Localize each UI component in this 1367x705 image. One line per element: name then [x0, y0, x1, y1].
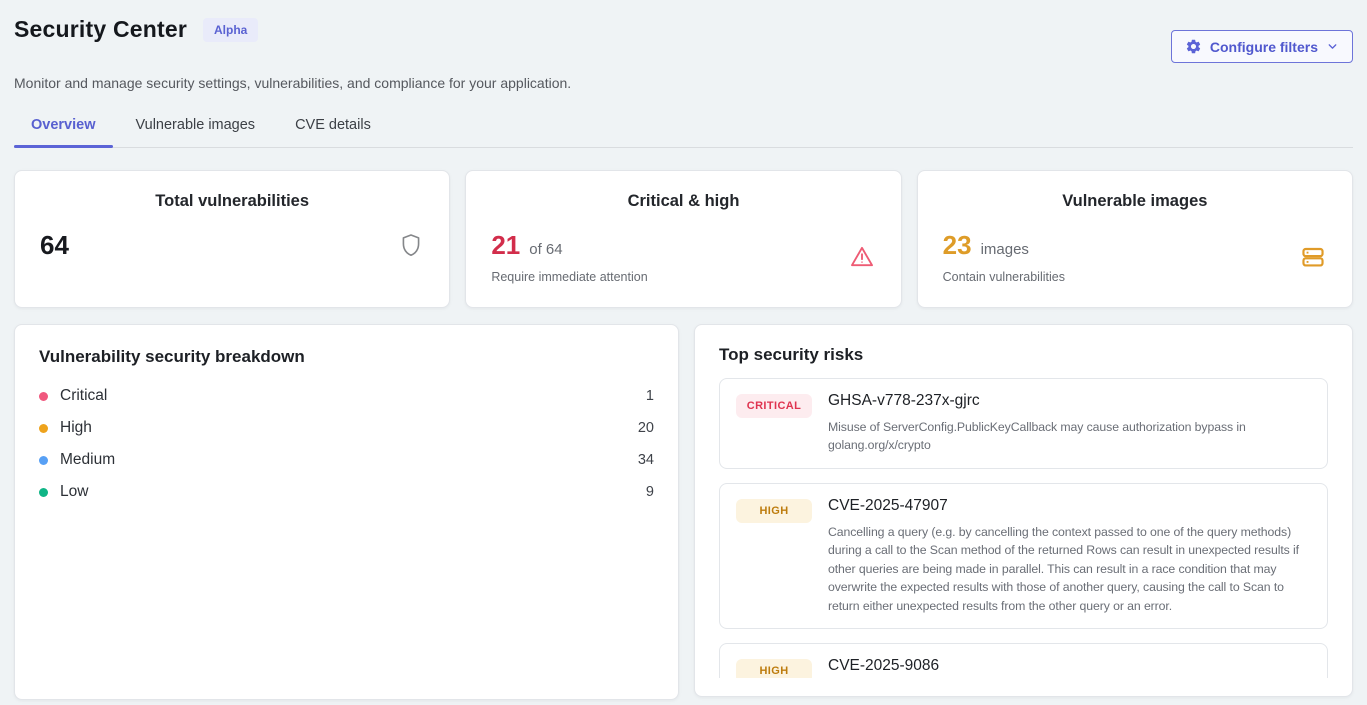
severity-badge-high: HIGH — [736, 499, 812, 523]
stat-card-title: Critical & high — [490, 192, 876, 211]
risk-id: GHSA-v778-237x-gjrc — [828, 392, 1311, 410]
risk-item-ghsa-v778-237x-gjrc[interactable]: CRITICAL GHSA-v778-237x-gjrc Misuse of S… — [719, 378, 1328, 469]
vulnerable-images-subtext: Contain vulnerabilities — [943, 270, 1065, 284]
risk-description: Cancelling a query (e.g. by cancelling t… — [828, 523, 1311, 615]
alpha-badge: Alpha — [203, 18, 258, 42]
top-security-risks-panel: Top security risks CRITICAL GHSA-v778-23… — [694, 324, 1353, 697]
vulnerable-images-value: 23 — [943, 231, 972, 260]
tab-overview[interactable]: Overview — [14, 107, 113, 147]
critical-high-suffix: of 64 — [529, 241, 562, 258]
page-title: Security Center — [14, 16, 187, 43]
risk-item-cve-2025-9086[interactable]: HIGH CVE-2025-9086 — [719, 643, 1328, 678]
security-center-page: Security Center Alpha Configure filters … — [0, 0, 1367, 700]
critical-high-subtext: Require immediate attention — [491, 270, 647, 284]
breakdown-legend: Critical 1 High 20 Medium 34 Low 9 — [39, 380, 654, 508]
risk-list: CRITICAL GHSA-v778-237x-gjrc Misuse of S… — [719, 378, 1328, 678]
breakdown-title: Vulnerability security breakdown — [39, 347, 654, 367]
severity-badge-critical: CRITICAL — [736, 394, 812, 418]
stat-card-total-vulnerabilities: Total vulnerabilities 64 — [14, 170, 450, 308]
chevron-down-icon — [1326, 40, 1339, 53]
legend-row-high: High 20 — [39, 412, 654, 444]
shield-icon — [398, 231, 424, 259]
critical-dot — [39, 392, 48, 401]
stat-card-critical-high: Critical & high 21 of 64 Require immedia… — [465, 170, 901, 308]
risk-id: CVE-2025-9086 — [828, 657, 1311, 675]
configure-filters-label: Configure filters — [1210, 39, 1318, 55]
bottom-panels: Vulnerability security breakdown Critica… — [14, 324, 1353, 700]
page-header: Security Center Alpha Configure filters — [14, 0, 1353, 63]
risk-description: Misuse of ServerConfig.PublicKeyCallback… — [828, 418, 1311, 455]
low-dot — [39, 488, 48, 497]
legend-row-critical: Critical 1 — [39, 380, 654, 412]
stat-card-row: Total vulnerabilities 64 Critical & high… — [14, 170, 1353, 308]
medium-dot — [39, 456, 48, 465]
stat-card-title: Vulnerable images — [942, 192, 1328, 211]
stat-card-title: Total vulnerabilities — [39, 192, 425, 211]
legend-row-low: Low 9 — [39, 476, 654, 508]
warning-triangle-icon — [848, 243, 876, 271]
configure-filters-button[interactable]: Configure filters — [1171, 30, 1353, 63]
stat-card-vulnerable-images: Vulnerable images 23 images Contain vuln… — [917, 170, 1353, 308]
image-stack-icon — [1299, 244, 1327, 270]
severity-badge-high: HIGH — [736, 659, 812, 678]
vulnerability-breakdown-panel: Vulnerability security breakdown Critica… — [14, 324, 679, 700]
title-wrap: Security Center Alpha — [14, 16, 258, 43]
page-subtitle: Monitor and manage security settings, vu… — [14, 75, 1353, 91]
gear-icon — [1185, 38, 1202, 55]
total-vulnerabilities-value: 64 — [40, 231, 69, 260]
legend-row-medium: Medium 34 — [39, 444, 654, 476]
tab-bar: Overview Vulnerable images CVE details — [14, 107, 1353, 148]
top-risks-title: Top security risks — [719, 345, 1328, 365]
critical-high-value: 21 — [491, 231, 520, 260]
vulnerable-images-suffix: images — [981, 241, 1029, 258]
tab-cve-details[interactable]: CVE details — [278, 107, 388, 147]
tab-vulnerable-images[interactable]: Vulnerable images — [119, 107, 273, 147]
high-dot — [39, 424, 48, 433]
risk-id: CVE-2025-47907 — [828, 497, 1311, 515]
risk-item-cve-2025-47907[interactable]: HIGH CVE-2025-47907 Cancelling a query (… — [719, 483, 1328, 629]
